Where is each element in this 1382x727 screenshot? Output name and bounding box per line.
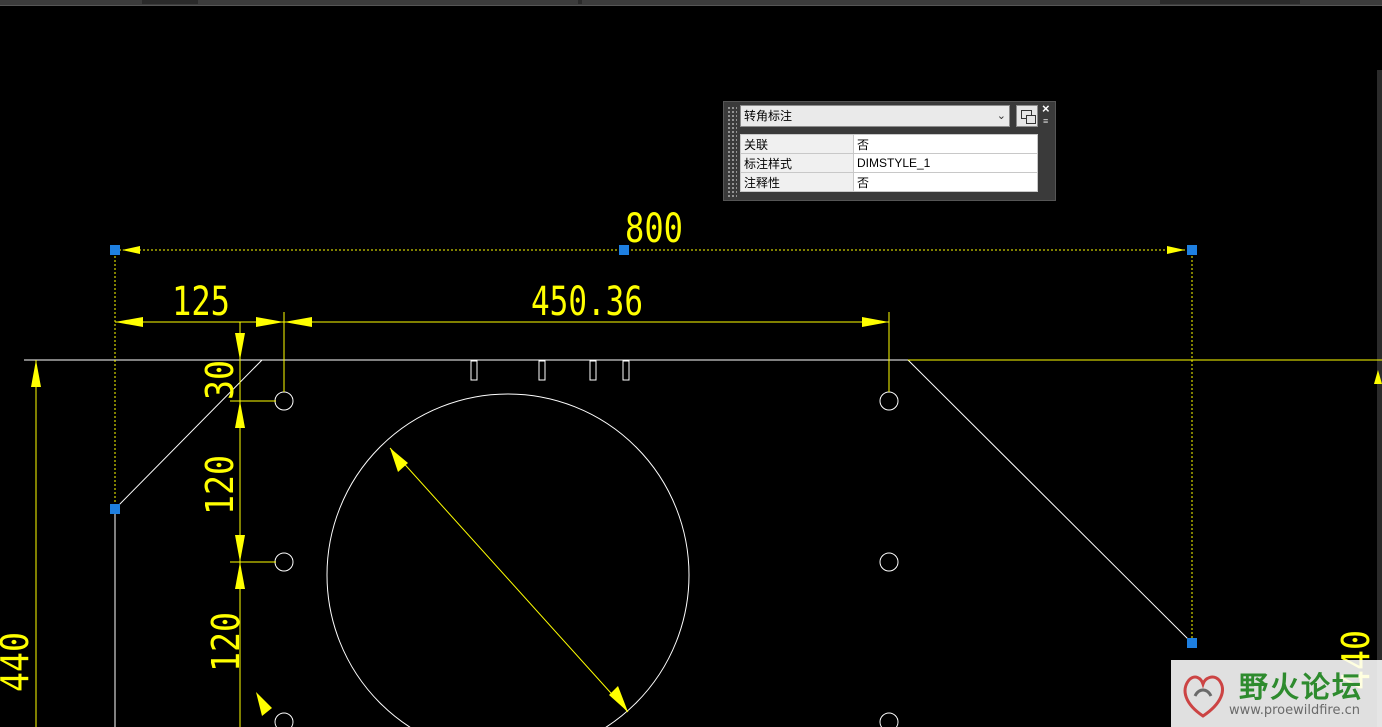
select-objects-button[interactable] [1016,105,1038,127]
slot-rect [589,360,597,381]
hole-circle [274,552,294,572]
part-geometry [24,359,1193,727]
property-value[interactable]: 否 [853,172,1038,192]
slot-rect [622,360,630,381]
arrow-head [31,360,41,387]
property-row[interactable]: 注释性 否 [740,172,1038,192]
grip-handle[interactable] [110,245,120,255]
arrow-head [390,448,408,472]
arrow-head [235,535,245,562]
arrow-head [235,562,245,589]
arrow-head [122,246,140,254]
arrow-head [284,317,312,327]
options-icon[interactable]: ≡ [1043,117,1048,126]
quick-properties-palette[interactable]: 转角标注 ⌄ × ≡ 关联 否 标注样式 DIMSTYLE_1 注释性 否 [723,101,1056,201]
chevron-down-icon: ⌄ [996,110,1006,122]
property-key: 注释性 [740,172,854,192]
hole-circle [879,391,899,411]
diameter-dimension-line [389,447,629,713]
hole-circle [274,712,294,727]
watermark-title: 野火论坛 [1239,670,1364,704]
palette-drag-handle[interactable] [727,106,737,198]
slot-rect [538,360,546,381]
grip-handle[interactable] [110,504,120,514]
hole-circle [879,712,899,727]
watermark-url: www.proewildfire.cn [1229,703,1360,718]
grip-handle[interactable] [1187,638,1197,648]
object-type-value: 转角标注 [744,109,793,123]
property-key: 标注样式 [740,153,854,173]
object-type-dropdown[interactable]: 转角标注 ⌄ [740,105,1010,127]
arrow-head [1374,370,1382,384]
property-value[interactable]: 否 [853,134,1038,154]
selection-grips[interactable] [110,245,1197,648]
property-row[interactable]: 关联 否 [740,134,1038,154]
properties-table: 关联 否 标注样式 DIMSTYLE_1 注释性 否 [740,134,1038,192]
dim-text-overall[interactable]: 800 [625,206,683,252]
forum-watermark: 野火论坛 www.proewildfire.cn [1171,660,1382,727]
grip-handle[interactable] [619,245,629,255]
close-icon[interactable]: × [1042,102,1050,115]
arrow-head [862,317,889,327]
arrow-head [256,317,284,327]
property-row[interactable]: 标注样式 DIMSTYLE_1 [740,153,1038,173]
arrow-head [256,692,272,716]
arrow-head [235,401,245,428]
flame-logo-icon [1183,675,1224,718]
property-value[interactable]: DIMSTYLE_1 [853,153,1038,173]
arrow-head [115,317,143,327]
dim-text-pitch-2[interactable]: 120 [204,612,248,672]
right-chamfer-line [907,359,1193,644]
dim-text-height-left[interactable]: 440 [0,632,37,692]
arrow-head [235,333,245,360]
dim-text-hole-span[interactable]: 450.36 [531,279,643,325]
hole-circle [274,391,294,411]
dim-text-left-offset[interactable]: 125 [172,279,230,325]
large-circle [326,393,690,727]
arrow-head [1167,246,1185,254]
dim-text-top-offset[interactable]: 30 [198,360,242,400]
slot-rect [470,360,478,381]
grip-handle[interactable] [1187,245,1197,255]
arrow-head [609,686,628,712]
property-key: 关联 [740,134,854,154]
dim-text-pitch-1[interactable]: 120 [198,455,242,515]
hole-circle [879,552,899,572]
drawing-canvas[interactable]: 800 125 450.36 30 120 120 440 440 [0,0,1382,727]
